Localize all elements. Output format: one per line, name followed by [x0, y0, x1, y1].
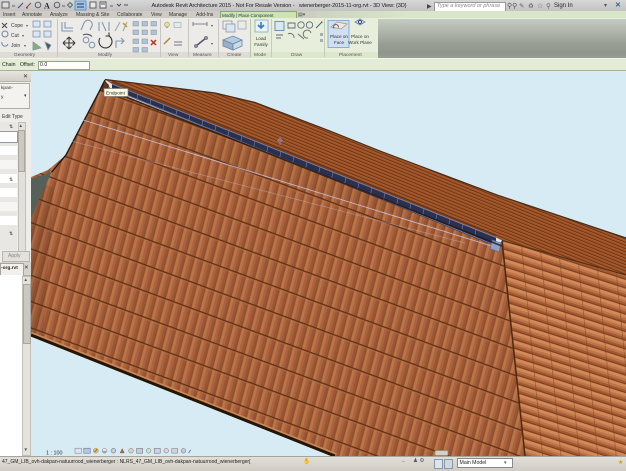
- svg-text:Cope: Cope: [11, 23, 23, 29]
- svg-text:▾: ▾: [211, 41, 213, 46]
- svg-text:Load: Load: [256, 36, 267, 41]
- svg-text:Place on: Place on: [351, 34, 369, 39]
- svg-text:▾: ▾: [24, 43, 26, 48]
- svg-text:▾: ▾: [22, 33, 24, 38]
- svg-text:A: A: [44, 2, 50, 11]
- svg-text:Place on: Place on: [330, 34, 348, 39]
- svg-text:Face: Face: [334, 40, 345, 45]
- svg-text:Family: Family: [254, 42, 268, 47]
- svg-text:Endpoint: Endpoint: [106, 91, 126, 97]
- svg-text:▾: ▾: [26, 23, 28, 28]
- svg-text:Cut: Cut: [11, 33, 19, 39]
- svg-text:Work Plane: Work Plane: [348, 40, 372, 45]
- svg-text:Join: Join: [11, 43, 20, 49]
- svg-text:▾: ▾: [211, 23, 213, 28]
